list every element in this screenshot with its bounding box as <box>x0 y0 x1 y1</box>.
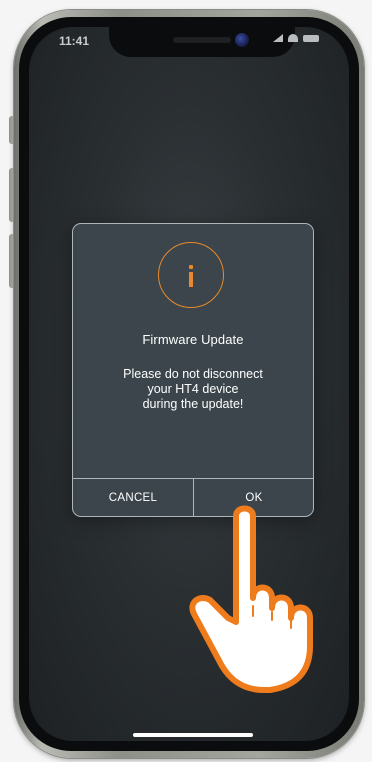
info-icon <box>158 242 224 308</box>
dialog-message-line: your HT4 device <box>147 382 239 396</box>
wifi-icon <box>288 34 298 42</box>
cancel-button[interactable]: CANCEL <box>73 479 193 516</box>
front-camera-icon <box>235 33 249 47</box>
home-indicator[interactable] <box>133 733 253 737</box>
tap-hand-icon <box>189 505 313 693</box>
dialog-message-line: during the update! <box>142 397 244 411</box>
signal-icon <box>273 34 283 42</box>
info-icon-stem <box>189 272 193 287</box>
info-icon-dot <box>189 265 193 269</box>
dialog-message-line: Please do not disconnect <box>123 367 263 381</box>
status-time: 11:41 <box>59 34 90 48</box>
dialog-message: Please do not disconnect your HT4 device… <box>73 367 313 412</box>
tap-hand-shape <box>189 505 313 693</box>
dialog-title: Firmware Update <box>142 332 244 347</box>
app-stage: 11:41 Firmware Update Please do not disc… <box>0 0 372 762</box>
phone-notch <box>109 27 295 57</box>
battery-icon <box>303 34 319 42</box>
speaker-grille <box>173 37 231 43</box>
firmware-update-dialog: Firmware Update Please do not disconnect… <box>72 223 314 517</box>
status-icons <box>273 34 319 42</box>
